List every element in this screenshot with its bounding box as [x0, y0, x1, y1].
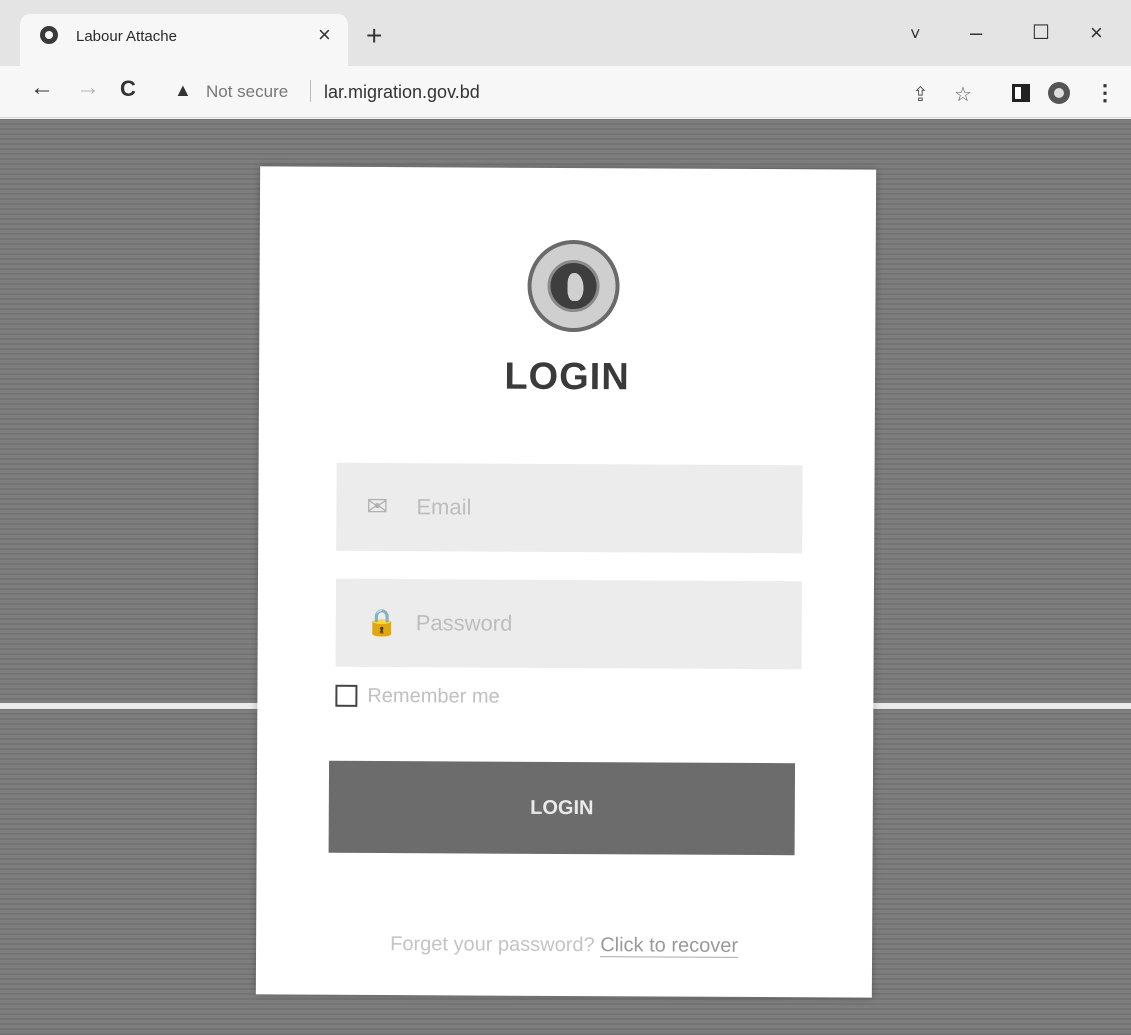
tab-title: Labour Attache	[76, 28, 177, 45]
browser-toolbar: ← → C ▲ Not secure lar.migration.gov.bd …	[0, 66, 1131, 118]
government-seal-icon	[527, 239, 620, 333]
address-bar[interactable]: ▲ Not secure lar.migration.gov.bd	[166, 74, 996, 110]
warning-icon[interactable]: ▲	[174, 80, 192, 101]
forward-button[interactable]: →	[76, 74, 100, 102]
login-button[interactable]: LOGIN	[328, 760, 796, 856]
minimize-button[interactable]: –	[970, 20, 982, 46]
tab-close-button[interactable]: ×	[318, 22, 331, 48]
menu-icon[interactable]: ⋮	[1094, 80, 1116, 106]
side-panel-icon[interactable]	[1012, 84, 1030, 102]
star-icon[interactable]: ☆	[954, 82, 972, 107]
login-card: LOGIN ✉ 🔒 Remember me LOGIN Forget your …	[255, 166, 877, 998]
new-tab-button[interactable]: +	[366, 22, 382, 50]
share-icon[interactable]: ⇪	[912, 82, 929, 107]
security-status[interactable]: Not secure	[206, 82, 288, 102]
mail-icon: ✉	[366, 490, 389, 522]
reload-button[interactable]: C	[120, 76, 136, 102]
seal-emblem	[547, 259, 600, 313]
lock-icon: 🔒	[365, 606, 399, 638]
url-text[interactable]: lar.migration.gov.bd	[324, 82, 480, 103]
email-input[interactable]	[416, 485, 777, 532]
password-field[interactable]: 🔒	[335, 578, 803, 670]
tab-search-chevron-icon[interactable]: ˅	[910, 24, 921, 45]
forgot-text: Forget your password?	[390, 933, 595, 957]
recover-link[interactable]: Click to recover	[600, 934, 739, 958]
seal-map-shape	[567, 273, 584, 302]
maximize-button[interactable]: ☐	[1032, 20, 1050, 45]
browser-tab[interactable]: Labour Attache ×	[20, 14, 348, 68]
password-input[interactable]	[415, 601, 776, 648]
omnibox-divider	[310, 80, 311, 102]
remember-label[interactable]: Remember me	[367, 685, 499, 709]
forgot-password-row: Forget your password? Click to recover	[256, 932, 872, 958]
remember-checkbox[interactable]	[335, 684, 358, 707]
browser-tab-strip: Labour Attache × + ˅ – ☐ ×	[0, 0, 1131, 68]
page-title: LOGIN	[504, 355, 630, 399]
chrome-favicon-icon	[40, 26, 58, 44]
back-button[interactable]: ←	[30, 74, 54, 102]
email-field[interactable]: ✉	[336, 462, 803, 554]
profile-icon[interactable]	[1048, 82, 1070, 104]
close-window-button[interactable]: ×	[1090, 20, 1103, 46]
